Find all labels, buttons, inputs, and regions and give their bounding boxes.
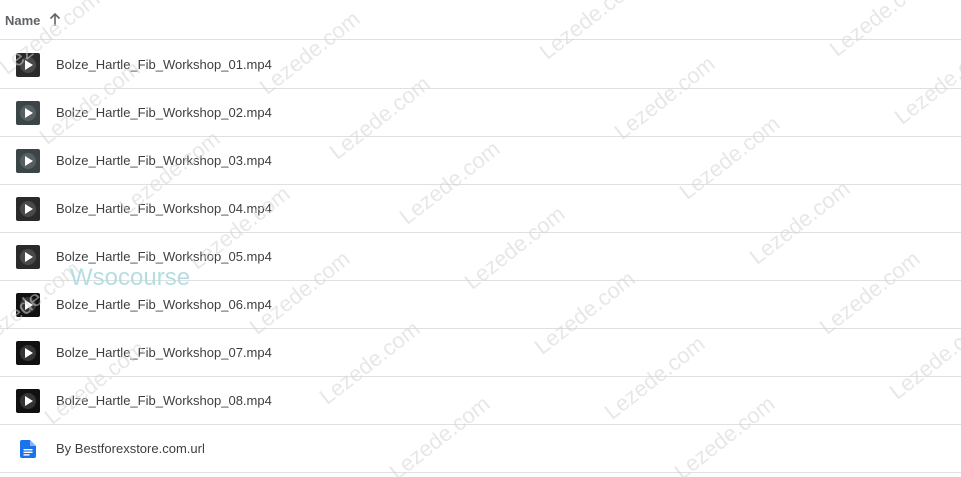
file-name: Bolze_Hartle_Fib_Workshop_02.mp4 [56, 105, 272, 120]
video-thumbnail-icon [16, 245, 40, 269]
file-row[interactable]: By Bestforexstore.com.url [0, 425, 961, 473]
video-thumbnail-icon [16, 293, 40, 317]
sort-label: Name [5, 12, 41, 28]
file-name: Bolze_Hartle_Fib_Workshop_06.mp4 [56, 297, 272, 312]
file-row[interactable]: Bolze_Hartle_Fib_Workshop_01.mp4 [0, 41, 961, 89]
file-row[interactable]: Bolze_Hartle_Fib_Workshop_03.mp4 [0, 137, 961, 185]
sort-by-name-button[interactable]: Name [5, 10, 62, 30]
file-name: Bolze_Hartle_Fib_Workshop_07.mp4 [56, 345, 272, 360]
file-row[interactable]: Bolze_Hartle_Fib_Workshop_04.mp4 [0, 185, 961, 233]
file-name: Bolze_Hartle_Fib_Workshop_03.mp4 [56, 153, 272, 168]
video-thumbnail-icon [16, 197, 40, 221]
file-name: Bolze_Hartle_Fib_Workshop_01.mp4 [56, 57, 272, 72]
video-thumbnail-icon [16, 149, 40, 173]
file-row[interactable]: Bolze_Hartle_Fib_Workshop_07.mp4 [0, 329, 961, 377]
file-row[interactable]: Bolze_Hartle_Fib_Workshop_08.mp4 [0, 377, 961, 425]
video-thumbnail-icon [16, 389, 40, 413]
file-name: By Bestforexstore.com.url [56, 441, 205, 456]
video-thumbnail-icon [16, 341, 40, 365]
file-name: Bolze_Hartle_Fib_Workshop_08.mp4 [56, 393, 272, 408]
list-header: Name [0, 0, 961, 40]
file-name: Bolze_Hartle_Fib_Workshop_05.mp4 [56, 249, 272, 264]
file-list-page: Name Bolze_Hartle_Fib_Workshop_01.mp4 Bo… [0, 0, 961, 477]
arrow-up-icon[interactable] [48, 12, 62, 28]
file-name: Bolze_Hartle_Fib_Workshop_04.mp4 [56, 201, 272, 216]
video-thumbnail-icon [16, 53, 40, 77]
file-row[interactable]: Bolze_Hartle_Fib_Workshop_06.mp4 [0, 281, 961, 329]
file-row[interactable]: Bolze_Hartle_Fib_Workshop_02.mp4 [0, 89, 961, 137]
file-row[interactable]: Bolze_Hartle_Fib_Workshop_05.mp4 [0, 233, 961, 281]
document-icon [20, 440, 36, 458]
video-thumbnail-icon [16, 101, 40, 125]
